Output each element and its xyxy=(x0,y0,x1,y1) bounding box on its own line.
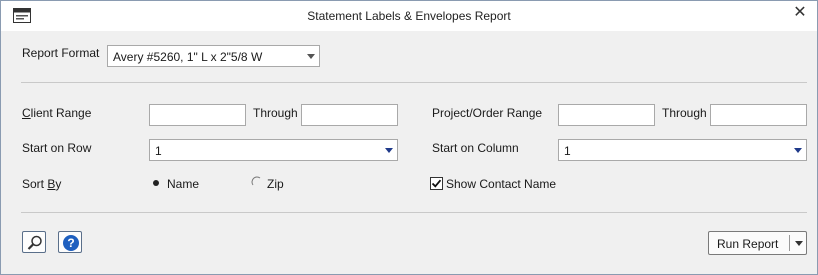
report-dialog: Statement Labels & Envelopes Report ✕ Re… xyxy=(0,0,818,275)
chevron-down-icon xyxy=(794,148,802,153)
start-column-dropdown[interactable]: 1 xyxy=(558,139,807,161)
close-icon: ✕ xyxy=(793,4,807,21)
project-through-label: Through xyxy=(662,106,707,120)
sort-name-radio[interactable] xyxy=(150,177,162,189)
run-report-dropdown[interactable] xyxy=(790,232,807,254)
start-column-label: Start on Column xyxy=(432,141,519,155)
sort-zip-label[interactable]: Zip xyxy=(267,177,284,191)
start-column-value: 1 xyxy=(564,144,571,158)
client-through-label: Through xyxy=(253,106,298,120)
start-row-label: Start on Row xyxy=(22,141,92,155)
show-contact-name-label[interactable]: Show Contact Name xyxy=(446,177,556,191)
start-row-dropdown[interactable]: 1 xyxy=(149,139,398,161)
divider-bottom xyxy=(21,212,807,213)
chevron-down-icon xyxy=(307,54,315,59)
title-bar: Statement Labels & Envelopes Report ✕ xyxy=(1,1,817,31)
report-format-dropdown[interactable]: Avery #5260, 1" L x 2"5/8 W xyxy=(107,45,320,67)
window-title: Statement Labels & Envelopes Report xyxy=(307,9,511,23)
magnifier-icon xyxy=(27,235,42,250)
project-range-label: Project/Order Range xyxy=(432,106,543,120)
preview-button[interactable] xyxy=(22,231,46,253)
report-format-label: Report Format xyxy=(22,46,100,60)
run-report-split-button[interactable]: Run Report xyxy=(708,231,807,255)
close-button[interactable]: ✕ xyxy=(787,3,813,25)
divider-top xyxy=(21,82,807,83)
svg-text:?: ? xyxy=(67,236,74,250)
sort-by-label: Sort By xyxy=(22,177,62,191)
project-range-from-input[interactable] xyxy=(558,104,655,126)
client-range-label: Client Range xyxy=(22,106,92,120)
sort-name-label[interactable]: Name xyxy=(167,177,199,191)
start-row-value: 1 xyxy=(155,144,162,158)
help-button[interactable]: ? xyxy=(58,231,82,253)
run-report-label[interactable]: Run Report xyxy=(717,237,778,251)
sort-zip-radio[interactable] xyxy=(251,176,263,188)
chevron-down-icon xyxy=(795,241,803,246)
show-contact-name-checkbox[interactable] xyxy=(430,177,443,190)
report-format-value: Avery #5260, 1" L x 2"5/8 W xyxy=(113,50,263,64)
checkmark-icon xyxy=(431,179,442,188)
chevron-down-icon xyxy=(385,148,393,153)
client-range-from-input[interactable] xyxy=(149,104,246,126)
project-range-to-input[interactable] xyxy=(710,104,807,126)
client-range-to-input[interactable] xyxy=(301,104,398,126)
help-icon: ? xyxy=(63,235,79,251)
